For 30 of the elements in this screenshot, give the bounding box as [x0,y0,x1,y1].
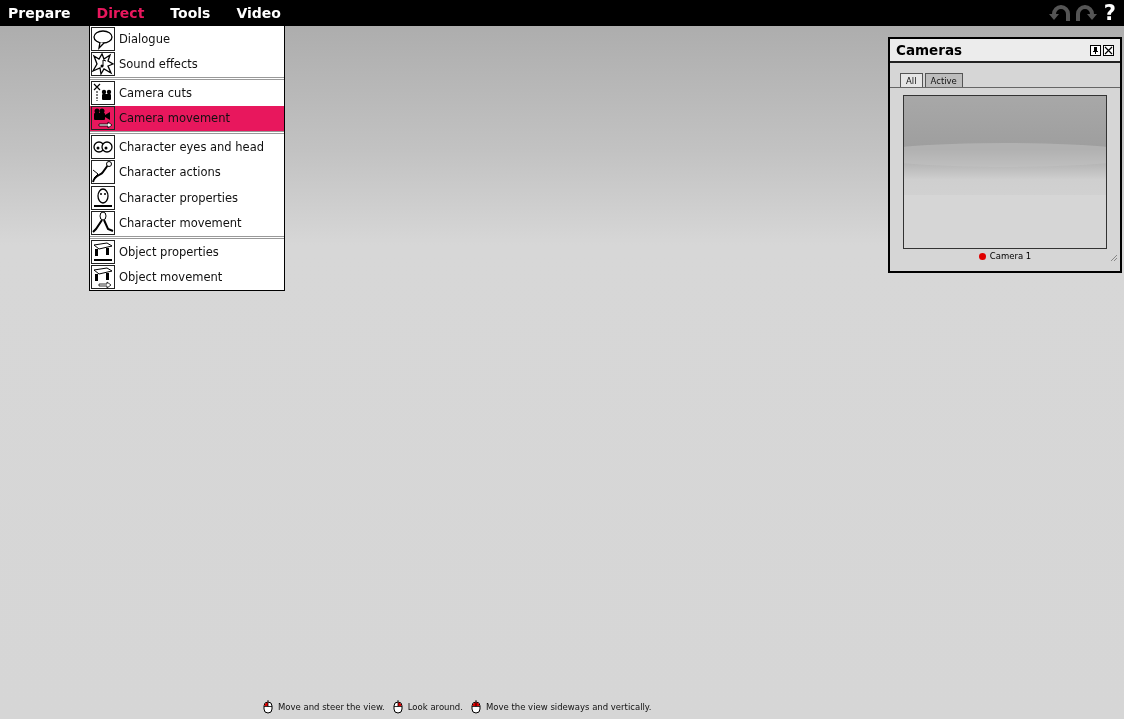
menu-item[interactable]: Object movement [90,264,284,290]
close-icon[interactable] [1103,44,1114,56]
panel-title: Cameras [896,42,963,58]
menu-item[interactable]: Object properties [90,239,284,265]
camera-label[interactable]: Camera 1 [989,251,1032,261]
mouse-icon [470,700,481,714]
mouse-icon [392,700,403,714]
menu-title[interactable]: Tools [170,5,211,21]
menu-title[interactable]: Video [236,5,281,21]
tab[interactable]: Active [924,73,963,87]
menu-title[interactable]: Prepare [8,5,71,21]
menu-item[interactable]: Camera movement [90,105,284,131]
menu-item[interactable]: Character movement [90,210,284,236]
undo-icon[interactable] [1047,3,1072,23]
hint-text: Move and steer the view. [278,702,385,712]
help-button[interactable]: ? [1099,2,1116,24]
pin-icon[interactable] [1090,44,1101,56]
menu-item[interactable]: Character eyes and head [90,134,284,160]
menu-item[interactable]: Camera cuts [90,80,284,106]
menu-item[interactable]: Character actions [90,159,284,185]
mouse-icon [263,700,273,714]
redo-icon[interactable] [1073,3,1098,23]
hint-text: Look around. [407,702,463,712]
tab[interactable]: All [900,73,923,87]
hint-text: Move the view sideways and vertically. [485,702,652,712]
menu-item[interactable]: Character properties [90,185,284,211]
menu-title[interactable]: Direct [96,5,145,21]
resize-grip-icon[interactable] [1110,254,1118,262]
menu-item[interactable]: Sound effects [90,51,284,77]
menu-item[interactable]: Dialogue [90,26,284,52]
